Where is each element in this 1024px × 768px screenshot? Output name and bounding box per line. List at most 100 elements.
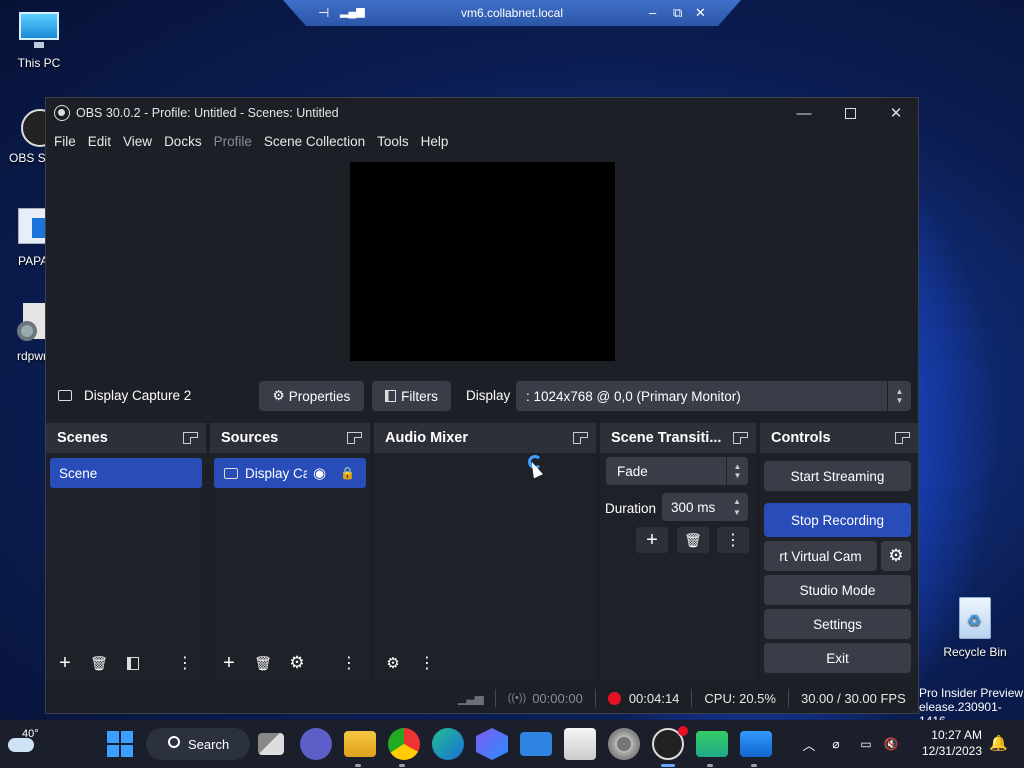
button-label: Settings bbox=[813, 616, 862, 632]
lock-icon[interactable]: 🔒 bbox=[340, 466, 355, 480]
studio-mode-button[interactable]: Studio Mode bbox=[764, 575, 911, 605]
undock-icon[interactable] bbox=[733, 432, 748, 444]
dock-title: Controls bbox=[771, 430, 831, 446]
start-virtual-cam-button[interactable]: rt Virtual Cam bbox=[764, 541, 877, 571]
source-properties-button[interactable]: ⚙ bbox=[282, 650, 312, 676]
menu-edit[interactable]: Edit bbox=[82, 134, 117, 149]
filters-label: Filters bbox=[401, 388, 438, 404]
remove-scene-button[interactable]: 🗑 bbox=[84, 650, 114, 676]
add-transition-button[interactable]: + bbox=[636, 527, 668, 553]
stop-recording-button[interactable]: Stop Recording bbox=[764, 503, 911, 537]
file-explorer-icon[interactable] bbox=[344, 731, 376, 757]
teams-icon[interactable] bbox=[300, 728, 332, 760]
menu-scene-collection[interactable]: Scene Collection bbox=[258, 134, 371, 149]
undock-icon[interactable] bbox=[573, 432, 588, 444]
dock-title: Audio Mixer bbox=[385, 430, 468, 446]
properties-button[interactable]: ⚙ Properties bbox=[259, 381, 364, 411]
menu-docks[interactable]: Docks bbox=[158, 134, 208, 149]
undock-icon[interactable] bbox=[347, 432, 362, 444]
copilot-icon[interactable] bbox=[476, 728, 508, 760]
running-indicator bbox=[399, 764, 405, 767]
clock[interactable]: 10:27 AM 12/31/2023 bbox=[916, 727, 982, 759]
source-item[interactable]: Display Ca ◉ 🔒 bbox=[214, 458, 366, 488]
virtual-cam-settings-button[interactable]: ⚙ bbox=[881, 541, 911, 571]
rdp-connection-icon[interactable] bbox=[740, 731, 772, 757]
dock-title: Scenes bbox=[57, 430, 108, 446]
transition-select[interactable]: Fade ▲ ▼ bbox=[606, 457, 748, 485]
settings-button[interactable]: Settings bbox=[764, 609, 911, 639]
close-button[interactable]: ✕ bbox=[873, 98, 919, 128]
edge-icon[interactable] bbox=[432, 728, 464, 760]
obs-taskbar-icon[interactable] bbox=[652, 726, 688, 760]
transition-more-button[interactable]: ⋮ bbox=[717, 527, 749, 553]
source-toolbar: Display Capture 2 ⚙ Properties Filters D… bbox=[46, 379, 918, 413]
scenes-list: Scene + 🗑 ⋮ bbox=[46, 453, 206, 680]
undock-icon[interactable] bbox=[895, 432, 910, 444]
mixer-advanced-button[interactable]: ⚙ bbox=[378, 650, 408, 676]
remove-transition-button[interactable]: 🗑 bbox=[677, 527, 709, 553]
menu-profile[interactable]: Profile bbox=[208, 134, 258, 149]
add-scene-button[interactable]: + bbox=[50, 650, 80, 676]
menu-help[interactable]: Help bbox=[415, 134, 455, 149]
network-off-icon[interactable]: ⌀ bbox=[820, 737, 852, 751]
minimize-button[interactable]: — bbox=[781, 98, 827, 128]
close-icon[interactable]: ✕ bbox=[695, 5, 706, 21]
record-icon bbox=[607, 691, 621, 705]
weather-widget[interactable]: 40° bbox=[8, 728, 56, 760]
minimize-icon[interactable]: – bbox=[649, 5, 656, 20]
mail-icon[interactable] bbox=[520, 732, 552, 756]
recording-badge-icon bbox=[678, 726, 688, 736]
desktop-icon-recycle-bin[interactable]: ♻ Recycle Bin bbox=[937, 597, 1013, 659]
search-label: Search bbox=[188, 736, 230, 752]
undock-icon[interactable] bbox=[183, 432, 198, 444]
remote-desktop-icon[interactable] bbox=[696, 731, 728, 757]
menu-view[interactable]: View bbox=[117, 134, 158, 149]
dock-header: Scenes bbox=[46, 423, 206, 453]
desktop-icon-this-pc[interactable]: This PC bbox=[1, 10, 77, 70]
sources-dock: Sources Display Ca ◉ 🔒 + 🗑 ⚙ ⋮ bbox=[210, 423, 370, 680]
scene-filters-button[interactable] bbox=[118, 650, 148, 676]
divider bbox=[691, 689, 693, 707]
mixer-more-button[interactable]: ⋮ bbox=[412, 650, 442, 676]
mixer-footer: ⚙ ⋮ bbox=[374, 646, 596, 680]
remove-source-button[interactable]: 🗑 bbox=[248, 650, 278, 676]
display-icon[interactable]: ▭ bbox=[852, 737, 880, 751]
watermark-line: elease.230901-1416 bbox=[919, 700, 1002, 720]
menu-tools[interactable]: Tools bbox=[371, 134, 415, 149]
chrome-icon[interactable] bbox=[388, 728, 420, 760]
sources-footer: + 🗑 ⚙ ⋮ bbox=[210, 646, 370, 680]
restore-icon[interactable]: ⧉ bbox=[673, 5, 682, 21]
display-select-value: : 1024x768 @ 0,0 (Primary Monitor) bbox=[526, 388, 741, 404]
display-label: Display bbox=[466, 388, 511, 403]
search-box[interactable]: Search bbox=[146, 728, 250, 760]
chevron-up-icon[interactable]: ︿ bbox=[798, 735, 820, 754]
maximize-button[interactable] bbox=[827, 98, 873, 128]
menu-file[interactable]: File bbox=[48, 134, 82, 149]
duration-spinbox[interactable]: 300 ms ▲ ▼ bbox=[662, 493, 748, 521]
add-source-button[interactable]: + bbox=[214, 650, 244, 676]
volume-muted-icon[interactable]: 🔇 bbox=[880, 737, 902, 751]
source-more-button[interactable]: ⋮ bbox=[334, 650, 364, 676]
filters-button[interactable]: Filters bbox=[372, 381, 451, 411]
eye-icon[interactable]: ◉ bbox=[313, 464, 326, 482]
cloud-icon bbox=[8, 738, 34, 752]
dock-header: Scene Transiti... bbox=[600, 423, 756, 453]
trash-icon: 🗑 bbox=[254, 654, 272, 671]
sources-list: Display Ca ◉ 🔒 + 🗑 ⚙ ⋮ bbox=[210, 453, 370, 680]
task-view-icon[interactable] bbox=[258, 733, 284, 755]
display-select[interactable]: : 1024x768 @ 0,0 (Primary Monitor) ▲ ▼ bbox=[516, 381, 911, 411]
windows-watermark: Pro Insider Preview elease.230901-1416 bbox=[919, 686, 1024, 720]
start-button[interactable] bbox=[107, 731, 133, 757]
preview-canvas[interactable] bbox=[350, 162, 615, 361]
start-streaming-button[interactable]: Start Streaming bbox=[764, 461, 911, 491]
scene-more-button[interactable]: ⋮ bbox=[170, 650, 200, 676]
gear-icon: ⚙ bbox=[272, 388, 285, 403]
scene-item[interactable]: Scene bbox=[50, 458, 202, 488]
updown-icon: ▲ ▼ bbox=[733, 497, 741, 517]
exit-button[interactable]: Exit bbox=[764, 643, 911, 673]
store-icon[interactable] bbox=[564, 728, 596, 760]
notification-bell-icon[interactable]: 🔔 bbox=[989, 734, 1008, 752]
settings-gear-icon[interactable] bbox=[608, 728, 640, 760]
title-bar[interactable]: OBS 30.0.2 - Profile: Untitled - Scenes:… bbox=[46, 98, 918, 128]
scenes-footer: + 🗑 ⋮ bbox=[46, 646, 206, 680]
